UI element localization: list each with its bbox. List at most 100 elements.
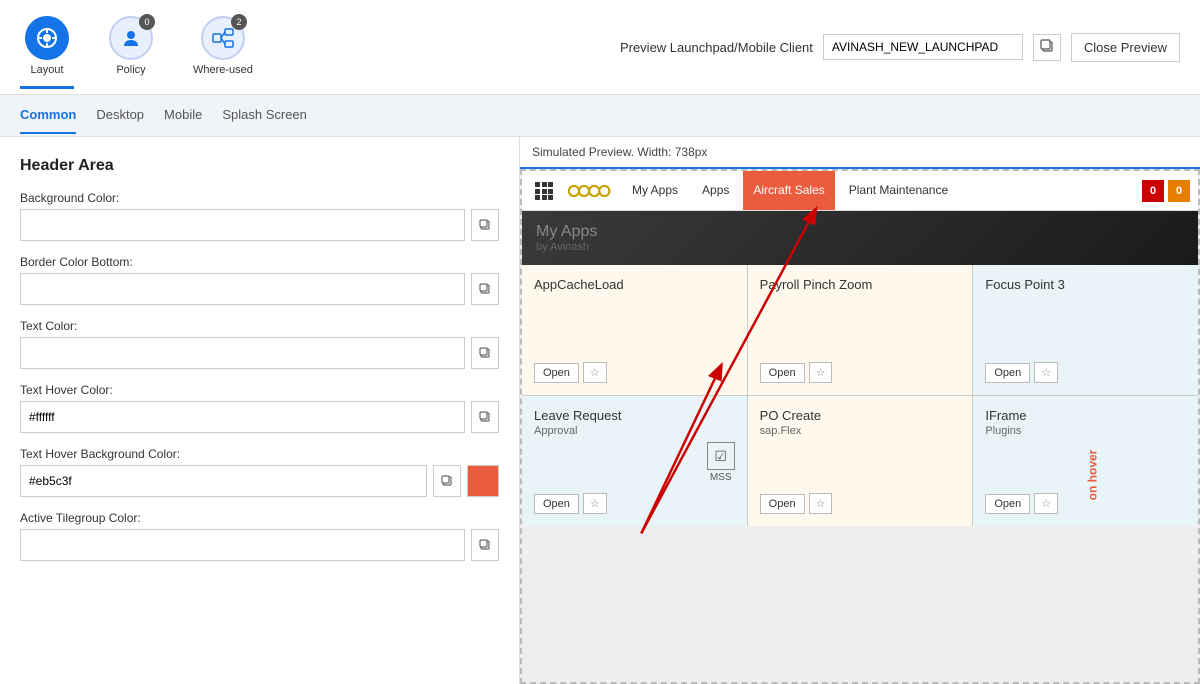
- tile-sub-4: Approval: [534, 425, 735, 437]
- border-color-input[interactable]: [20, 273, 465, 305]
- preview-inner: My Apps Apps Aircraft Sales Plant Mainte…: [520, 169, 1200, 684]
- mss-label: MSS: [710, 472, 732, 483]
- text-hover-bg-copy[interactable]: [433, 465, 461, 497]
- tile-name-2: Payroll Pinch Zoom: [760, 277, 961, 292]
- simulated-width: 738px: [675, 145, 708, 159]
- sub-tabs: Common Desktop Mobile Splash Screen: [0, 95, 1200, 137]
- tab-splash[interactable]: Splash Screen: [222, 97, 307, 134]
- preview-area: My Apps Apps Aircraft Sales Plant Mainte…: [520, 169, 1200, 684]
- prev-tab-my-apps[interactable]: My Apps: [622, 171, 688, 211]
- open-btn-4[interactable]: Open: [534, 494, 579, 514]
- text-hover-color-label: Text Hover Color:: [20, 383, 499, 397]
- tile-sub-6: Plugins: [985, 425, 1186, 437]
- field-active-tilegroup: Active Tilegroup Color:: [20, 511, 499, 561]
- main-layout: Header Area Background Color: Border Col…: [0, 137, 1200, 684]
- policy-label: Policy: [116, 64, 145, 76]
- preview-label-text: Preview Launchpad/Mobile Client: [620, 40, 813, 55]
- prev-tab-aircraft-sales[interactable]: Aircraft Sales: [743, 171, 834, 211]
- nav-item-where-used[interactable]: 2 Where-used: [188, 6, 258, 89]
- mss-icon: ☑ MSS: [707, 442, 735, 483]
- my-apps-subtitle: by Avinash: [536, 241, 1184, 253]
- fav-btn-2[interactable]: ☆: [809, 362, 833, 383]
- policy-icon: 0: [109, 16, 153, 60]
- active-tilegroup-input[interactable]: [20, 529, 465, 561]
- open-btn-3[interactable]: Open: [985, 363, 1030, 383]
- tab-common[interactable]: Common: [20, 97, 76, 134]
- policy-badge: 0: [139, 14, 155, 30]
- prev-header: My Apps Apps Aircraft Sales Plant Mainte…: [522, 171, 1198, 211]
- open-btn-6[interactable]: Open: [985, 494, 1030, 514]
- where-used-badge: 2: [231, 14, 247, 30]
- my-apps-title: My Apps: [536, 223, 1184, 241]
- tab-desktop[interactable]: Desktop: [96, 97, 144, 134]
- text-hover-bg-input[interactable]: [20, 465, 427, 497]
- badge-orange: 0: [1168, 180, 1190, 202]
- tile-po-create: PO Create sap.Flex Open ☆: [748, 396, 973, 526]
- open-btn-5[interactable]: Open: [760, 494, 805, 514]
- text-hover-color-copy[interactable]: [471, 401, 499, 433]
- fav-btn-3[interactable]: ☆: [1034, 362, 1058, 383]
- tile-actions-2: Open ☆: [760, 362, 961, 383]
- bg-color-copy[interactable]: [471, 209, 499, 241]
- layout-label: Layout: [30, 64, 63, 76]
- active-tilegroup-copy[interactable]: [471, 529, 499, 561]
- prev-badges: 0 0: [1142, 180, 1190, 202]
- active-tilegroup-label: Active Tilegroup Color:: [20, 511, 499, 525]
- field-text-hover-color: Text Hover Color:: [20, 383, 499, 433]
- tile-actions-3: Open ☆: [985, 362, 1186, 383]
- tile-icon-area-4: ☑ MSS: [534, 437, 735, 483]
- fav-btn-4[interactable]: ☆: [583, 493, 607, 514]
- tab-mobile[interactable]: Mobile: [164, 97, 202, 134]
- tile-actions-5: Open ☆: [760, 493, 961, 514]
- tile-name-4: Leave Request: [534, 408, 735, 423]
- fav-btn-6[interactable]: ☆: [1034, 493, 1058, 514]
- tile-name-1: AppCacheLoad: [534, 277, 735, 292]
- left-panel: Header Area Background Color: Border Col…: [0, 137, 520, 684]
- text-hover-color-input[interactable]: [20, 401, 465, 433]
- grid-icon[interactable]: [530, 177, 558, 205]
- field-bg-color: Background Color:: [20, 191, 499, 241]
- simulated-bar: Simulated Preview. Width: 738px: [520, 137, 1200, 169]
- preview-controls: Preview Launchpad/Mobile Client Close Pr…: [620, 33, 1180, 62]
- bg-color-input[interactable]: [20, 209, 465, 241]
- text-color-row: [20, 337, 499, 369]
- border-color-label: Border Color Bottom:: [20, 255, 499, 269]
- text-hover-bg-swatch[interactable]: [467, 465, 499, 497]
- nav-item-layout[interactable]: Layout: [20, 6, 74, 89]
- border-color-copy[interactable]: [471, 273, 499, 305]
- section-title: Header Area: [20, 157, 499, 175]
- mss-icon-box: ☑: [707, 442, 735, 470]
- top-nav: Layout 0 Policy 2: [0, 0, 1200, 95]
- text-color-input[interactable]: [20, 337, 465, 369]
- fav-btn-5[interactable]: ☆: [809, 493, 833, 514]
- prev-tab-apps[interactable]: Apps: [692, 171, 739, 211]
- field-text-hover-bg-color: Text Hover Background Color:: [20, 447, 499, 497]
- preview-input[interactable]: [823, 34, 1023, 60]
- layout-icon: [25, 16, 69, 60]
- text-color-copy[interactable]: [471, 337, 499, 369]
- text-hover-bg-row: [20, 465, 499, 497]
- prev-my-apps-header: My Apps by Avinash: [522, 211, 1198, 265]
- text-color-label: Text Color:: [20, 319, 499, 333]
- tile-name-5: PO Create: [760, 408, 961, 423]
- prev-logo: [562, 182, 618, 200]
- field-text-color: Text Color:: [20, 319, 499, 369]
- open-btn-2[interactable]: Open: [760, 363, 805, 383]
- nav-item-policy[interactable]: 0 Policy: [104, 6, 158, 89]
- field-border-color: Border Color Bottom:: [20, 255, 499, 305]
- on-hover-label: on hover: [1085, 450, 1099, 501]
- prev-tab-plant-maintenance[interactable]: Plant Maintenance: [839, 171, 958, 211]
- copy-preview-button[interactable]: [1033, 34, 1061, 61]
- active-tilegroup-row: [20, 529, 499, 561]
- bg-color-label: Background Color:: [20, 191, 499, 205]
- where-used-label: Where-used: [193, 64, 253, 76]
- open-btn-1[interactable]: Open: [534, 363, 579, 383]
- where-used-icon: 2: [201, 16, 245, 60]
- simulated-label: Simulated Preview. Width:: [532, 145, 671, 159]
- right-panel: Simulated Preview. Width: 738px: [520, 137, 1200, 684]
- text-hover-bg-label: Text Hover Background Color:: [20, 447, 499, 461]
- tile-sub-5: sap.Flex: [760, 425, 961, 437]
- close-preview-button[interactable]: Close Preview: [1071, 33, 1180, 62]
- fav-btn-1[interactable]: ☆: [583, 362, 607, 383]
- tile-focus-point: Focus Point 3 Open ☆: [973, 265, 1198, 395]
